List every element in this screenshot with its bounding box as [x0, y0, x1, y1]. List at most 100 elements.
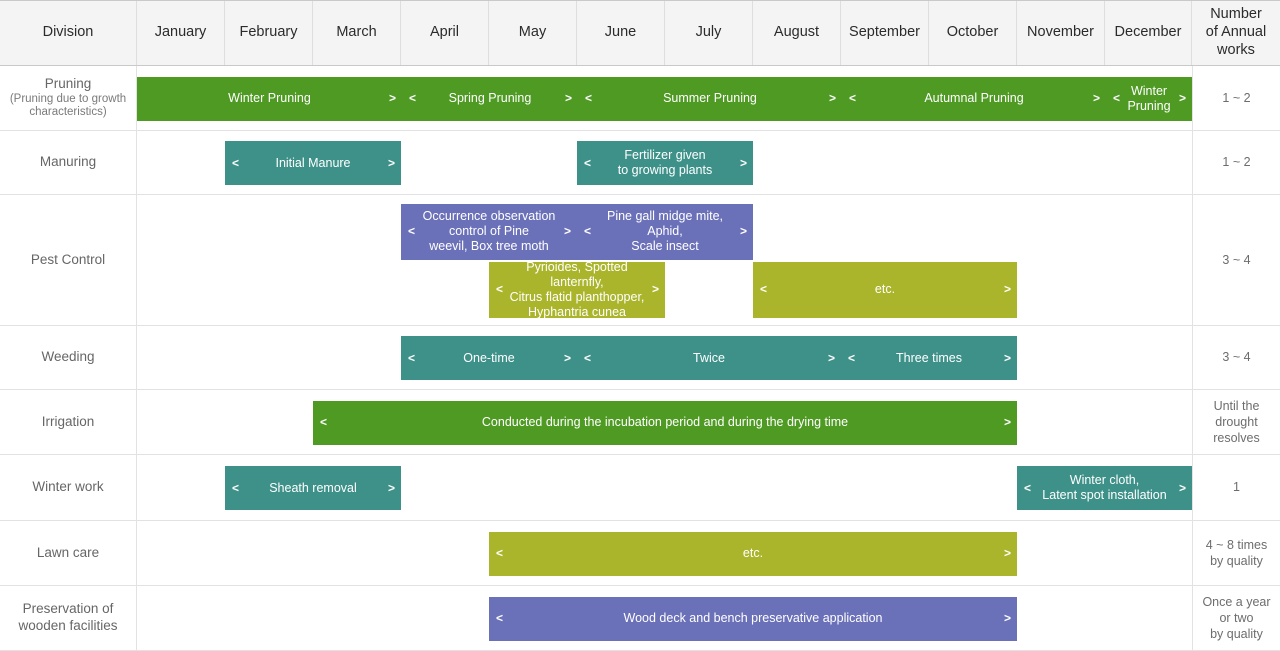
- table-row: Winter work < Sheath removal > < Winter cloth…: [0, 455, 1280, 521]
- bar-end-cap-icon: >: [827, 350, 835, 365]
- table-row: Irrigation < Conducted during the incubati…: [0, 390, 1280, 455]
- bar-start-cap-icon: <: [847, 350, 855, 365]
- bar-label: Wood deck and bench preservative applica…: [623, 611, 883, 625]
- schedule-bar[interactable]: < Sheath removal >: [225, 466, 401, 510]
- row-timeline-track: < Sheath removal > < Winter cloth, Latent sp…: [137, 455, 1192, 520]
- row-timeline-track: < Occurrence observation control of Pine …: [137, 195, 1192, 325]
- row-annual-works-count: 1: [1192, 455, 1280, 520]
- bar-start-cap-icon: <: [848, 91, 856, 106]
- bar-label: Initial Manure: [275, 155, 351, 170]
- schedule-bar[interactable]: < Spring Pruning >: [402, 76, 578, 121]
- schedule-bar[interactable]: < Winter cloth, Latent spot installation >: [1017, 466, 1192, 510]
- bar-start-cap-icon: <: [407, 224, 415, 239]
- bar-label: Conducted during the incubation period a…: [481, 415, 849, 429]
- schedule-bar[interactable]: <Winter Pruning>: [137, 76, 402, 121]
- bar-label: Sheath removal: [269, 480, 357, 495]
- bar-start-cap-icon: <: [231, 155, 239, 170]
- table-row: Pruning (Pruning due to growth characteri…: [0, 66, 1280, 131]
- table-row: Weeding < One-time > < Twice > < Three times >3 ~…: [0, 326, 1280, 390]
- header-month-june: June: [577, 1, 665, 65]
- bar-start-cap-icon: <: [759, 282, 767, 297]
- bar-start-cap-icon: <: [407, 350, 415, 365]
- row-label-title: Pest Control: [30, 251, 106, 267]
- bar-label: Three times: [896, 350, 962, 365]
- row-annual-works-count: 1 ~ 2: [1192, 131, 1280, 194]
- table-row: Pest Control < Occurrence observation cont…: [0, 195, 1280, 326]
- schedule-bar[interactable]: < Pyrioides, Spotted lanternfly, Citrus f…: [489, 259, 665, 319]
- row-annual-works-count: Once a year or two by quality: [1192, 586, 1280, 650]
- bar-label: etc.: [874, 282, 896, 296]
- row-label-weeding: Weeding: [0, 326, 137, 389]
- row-timeline-track: < etc. >: [137, 521, 1192, 585]
- schedule-bar[interactable]: < Initial Manure >: [225, 141, 401, 185]
- bar-end-cap-icon: >: [739, 224, 747, 239]
- schedule-bar[interactable]: < One-time >: [401, 336, 577, 380]
- row-timeline-track: < Winter Pruning > < Spring Pruning > < Summer …: [137, 66, 1192, 130]
- bar-start-cap-icon: <: [583, 350, 591, 365]
- row-label-title: Pruning: [44, 75, 92, 91]
- row-label-pest-control: Pest Control: [0, 195, 137, 325]
- bar-end-cap-icon: >: [563, 224, 571, 239]
- bar-label: Fertilizer given to growing plants: [617, 148, 713, 177]
- row-label-title: Irrigation: [41, 413, 95, 429]
- header-month-march: March: [313, 1, 401, 65]
- bar-end-cap-icon: >: [1092, 91, 1100, 106]
- bar-label: Occurrence observation control of Pine w…: [422, 209, 556, 253]
- bar-end-cap-icon: >: [387, 155, 395, 170]
- schedule-bar[interactable]: < Conducted during the incubation period …: [313, 400, 1017, 445]
- schedule-bar[interactable]: < etc. >: [489, 531, 1017, 576]
- bar-end-cap-icon: >: [1003, 415, 1011, 430]
- schedule-bar[interactable]: <Winter Pruning>: [1106, 76, 1192, 121]
- bar-start-cap-icon: <: [1112, 91, 1120, 106]
- row-label-title: Manuring: [39, 154, 97, 170]
- header-month-may: May: [489, 1, 577, 65]
- row-timeline-track: < One-time > < Twice > < Three times >: [137, 326, 1192, 389]
- schedule-bar[interactable]: < etc. >: [753, 261, 1017, 318]
- bar-start-cap-icon: <: [1023, 480, 1031, 495]
- row-label-pruning: Pruning (Pruning due to growth characteri…: [0, 66, 137, 130]
- bar-label: One-time: [463, 350, 515, 365]
- schedule-bar[interactable]: < Wood deck and bench preservative applic…: [489, 596, 1017, 641]
- bar-end-cap-icon: >: [1003, 350, 1011, 365]
- row-label-title: Preservation of wooden facilities: [18, 601, 118, 633]
- bar-start-cap-icon: <: [408, 91, 416, 106]
- bar-start-cap-icon: <: [495, 611, 503, 626]
- table-row: Preservation of wooden facilities < Wood d…: [0, 586, 1280, 651]
- bar-start-cap-icon: <: [495, 282, 503, 297]
- row-annual-works-count: 3 ~ 4: [1192, 326, 1280, 389]
- row-label-manuring: Manuring: [0, 131, 137, 194]
- schedule-bar[interactable]: < Summer Pruning >: [578, 76, 842, 121]
- bar-end-cap-icon: >: [1178, 91, 1186, 106]
- bar-end-cap-icon: >: [564, 91, 572, 106]
- schedule-bar[interactable]: < Fertilizer given to growing plants >: [577, 141, 753, 185]
- schedule-bar[interactable]: < Autumnal Pruning >: [842, 76, 1106, 121]
- bar-label: Summer Pruning: [663, 91, 757, 105]
- row-label-preservation-of-wooden-facilities: Preservation of wooden facilities: [0, 586, 137, 650]
- bar-start-cap-icon: <: [584, 91, 592, 106]
- bar-end-cap-icon: >: [1178, 480, 1186, 495]
- bar-label: Pine gall midge mite, Aphid, Scale insec…: [606, 209, 724, 253]
- schedule-bar[interactable]: < Twice >: [577, 336, 841, 380]
- table-header-row: Division January February March April May June…: [0, 0, 1280, 66]
- schedule-bar[interactable]: < Pine gall midge mite, Aphid, Scale inse…: [577, 203, 753, 260]
- bar-label: Twice: [693, 350, 725, 365]
- row-annual-works-count: Until the drought resolves: [1192, 390, 1280, 454]
- row-label-lawn-care: Lawn care: [0, 521, 137, 585]
- header-month-september: September: [841, 1, 929, 65]
- row-timeline-track: < Conducted during the incubation period …: [137, 390, 1192, 454]
- header-month-february: February: [225, 1, 313, 65]
- row-timeline-track: < Initial Manure > < Fertilizer given to gro…: [137, 131, 1192, 194]
- annual-maintenance-schedule-table: Division January February March April May June…: [0, 0, 1280, 651]
- bar-label: Winter cloth, Latent spot installation: [1042, 473, 1167, 502]
- bar-label: Pyrioides, Spotted lanternfly, Citrus fl…: [509, 259, 645, 319]
- bar-start-cap-icon: <: [231, 480, 239, 495]
- schedule-bar[interactable]: < Three times >: [841, 336, 1017, 380]
- header-division: Division: [0, 1, 137, 65]
- bar-start-cap-icon: <: [583, 224, 591, 239]
- bar-label: etc.: [742, 546, 764, 560]
- header-month-november: November: [1017, 1, 1105, 65]
- schedule-bar[interactable]: < Occurrence observation control of Pine …: [401, 203, 577, 260]
- bar-label: Winter Pruning: [228, 91, 311, 105]
- bar-label: Autumnal Pruning: [924, 91, 1024, 105]
- header-month-april: April: [401, 1, 489, 65]
